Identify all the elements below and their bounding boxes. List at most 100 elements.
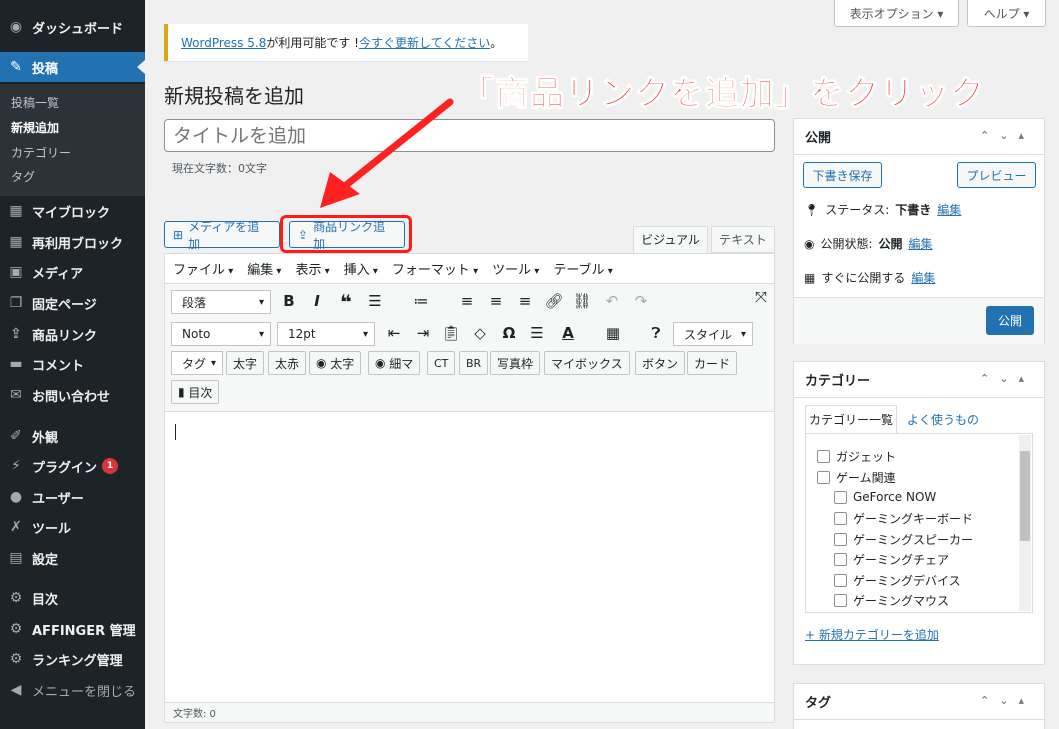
align-right-icon[interactable]: ≡	[514, 292, 536, 310]
tags-panel-header[interactable]: タグ ⌃⌄▴	[794, 684, 1044, 720]
tab-most-used[interactable]: よく使うもの	[907, 411, 979, 428]
sidebar-item-tools[interactable]: ✗ ツール	[0, 512, 145, 542]
special-char-icon[interactable]: Ω	[498, 324, 520, 342]
submenu-add-new[interactable]: 新規追加	[11, 119, 59, 136]
tab-text[interactable]: テキスト	[711, 226, 775, 253]
sidebar-item-settings[interactable]: ▤ 設定	[0, 543, 145, 573]
menu-table[interactable]: テーブル	[553, 259, 612, 278]
align-left-icon[interactable]: ≡	[456, 292, 478, 310]
text-color-icon[interactable]: A	[557, 324, 579, 342]
quicktag-user-thin[interactable]: ◉ 細マ	[368, 351, 421, 375]
edit-visibility-link[interactable]: 編集	[909, 235, 933, 252]
sidebar-item-users[interactable]: ● ユーザー	[0, 482, 145, 512]
sidebar-item-dashboard[interactable]: ◉ ダッシュボード	[0, 12, 145, 42]
unlink-icon[interactable]: ⛓	[571, 292, 593, 310]
indent-icon[interactable]: ⇥	[412, 324, 434, 342]
checkbox[interactable]	[834, 594, 847, 607]
bullet-list-icon[interactable]: ☰	[364, 292, 386, 310]
sidebar-item-ranking[interactable]: ⚙ ランキング管理	[0, 644, 145, 674]
checkbox[interactable]	[834, 533, 847, 546]
checkbox[interactable]	[834, 574, 847, 587]
collapse-menu-button[interactable]: ◀ メニューを閉じる	[0, 675, 145, 705]
add-media-button[interactable]: ⊞ メディアを追加	[164, 220, 280, 251]
checkbox[interactable]	[834, 553, 847, 566]
table-icon[interactable]: ▦	[602, 324, 624, 342]
categories-panel-header[interactable]: カテゴリー ⌃⌄▴	[794, 362, 1044, 398]
paste-text-icon[interactable]: 📋︎	[440, 324, 462, 342]
submenu-all-posts[interactable]: 投稿一覧	[11, 94, 59, 111]
sidebar-item-contact[interactable]: ✉ お問い合わせ	[0, 380, 145, 410]
quicktag-mybox[interactable]: マイボックス	[544, 351, 630, 375]
bold-icon[interactable]: B	[278, 292, 300, 310]
italic-icon[interactable]: I	[306, 292, 328, 310]
quicktag-toc[interactable]: ▮ 目次	[171, 380, 220, 404]
publish-button[interactable]: 公開	[986, 306, 1034, 335]
numbered-list-icon[interactable]: ≔	[410, 292, 432, 310]
eraser-icon[interactable]: ◇	[469, 324, 491, 342]
category-item[interactable]: ゲーミングマウス	[834, 592, 949, 609]
sidebar-item-plugins[interactable]: ⚡ プラグイン 1	[0, 451, 145, 481]
sidebar-item-reusable-blocks[interactable]: ▦ 再利用ブロック	[0, 227, 145, 257]
tab-all-categories[interactable]: カテゴリー一覧	[805, 405, 897, 433]
category-item[interactable]: ゲーミングキーボード	[834, 510, 973, 527]
quicktag-button[interactable]: ボタン	[635, 351, 686, 375]
align-center-icon[interactable]: ≡	[485, 292, 507, 310]
font-size-select[interactable]: 12pt	[277, 322, 375, 346]
sidebar-item-affinger[interactable]: ⚙ AFFINGER 管理	[0, 614, 145, 644]
style-select[interactable]: スタイル	[673, 322, 753, 346]
checkbox[interactable]	[817, 450, 830, 463]
category-item[interactable]: ゲーム関連	[817, 469, 896, 486]
font-family-select[interactable]: Noto	[171, 322, 271, 346]
menu-file[interactable]: ファイル	[173, 259, 233, 278]
tab-visual[interactable]: ビジュアル	[633, 226, 708, 253]
panel-controls[interactable]: ⌃⌄▴	[980, 372, 1034, 385]
edit-status-link[interactable]: 編集	[937, 201, 961, 218]
quicktag-card[interactable]: カード	[687, 351, 738, 375]
link-icon[interactable]: 🔗︎	[543, 292, 565, 310]
preview-button[interactable]: プレビュー	[957, 162, 1036, 188]
format-select[interactable]: 段落	[171, 290, 271, 314]
help-button[interactable]: ヘルプ ▾	[967, 0, 1046, 27]
fullscreen-icon[interactable]: ⤧	[750, 288, 772, 306]
publish-panel-header[interactable]: 公開 ⌃⌄▴	[794, 119, 1044, 155]
outdent-icon[interactable]: ⇤	[383, 324, 405, 342]
checkbox[interactable]	[834, 490, 847, 504]
blockquote-icon[interactable]: ❝	[335, 290, 357, 314]
checkbox[interactable]	[834, 512, 847, 525]
quicktag-user-bold[interactable]: ◉ 太字	[309, 351, 362, 375]
quicktag-photo-frame[interactable]: 写真枠	[490, 351, 541, 375]
menu-insert[interactable]: 挿入	[344, 259, 378, 278]
sidebar-item-posts[interactable]: ✎ 投稿	[0, 52, 145, 82]
submenu-tags[interactable]: タグ	[11, 168, 35, 185]
panel-controls[interactable]: ⌃⌄▴	[980, 129, 1034, 142]
hr-icon[interactable]: ☰	[526, 324, 548, 342]
category-item[interactable]: ゲーミングデバイス	[834, 572, 961, 589]
update-now-link[interactable]: 今すぐ更新してください	[359, 34, 490, 51]
category-item[interactable]: ゲーミングチェア	[834, 551, 949, 568]
save-draft-button[interactable]: 下書き保存	[803, 162, 882, 188]
undo-icon[interactable]: ↶	[601, 292, 623, 310]
sidebar-item-pages[interactable]: ❐ 固定ページ	[0, 288, 145, 318]
wp-version-link[interactable]: WordPress 5.8	[181, 36, 266, 50]
quicktag-ct[interactable]: CT	[427, 351, 456, 375]
sidebar-item-comments[interactable]: ▬ コメント	[0, 349, 145, 379]
sidebar-item-media[interactable]: ▣ メディア	[0, 257, 145, 287]
menu-edit[interactable]: 編集	[247, 259, 281, 278]
screen-options-button[interactable]: 表示オプション ▾	[834, 0, 959, 27]
category-item[interactable]: GeForce NOW	[834, 490, 936, 504]
quicktag-bold-red[interactable]: 太赤	[268, 351, 307, 375]
sidebar-item-product-links[interactable]: ⇪ 商品リンク	[0, 319, 145, 349]
add-new-category-link[interactable]: + 新規カテゴリーを追加	[805, 626, 939, 643]
quicktag-br[interactable]: BR	[459, 351, 489, 375]
checkbox[interactable]	[817, 471, 830, 484]
tag-select[interactable]: タグ	[171, 351, 223, 375]
category-item[interactable]: ガジェット	[817, 448, 896, 465]
menu-format[interactable]: フォーマット	[392, 259, 478, 278]
redo-icon[interactable]: ↷	[630, 292, 652, 310]
scrollbar[interactable]	[1019, 435, 1031, 611]
category-item[interactable]: ゲーミングスピーカー	[834, 531, 973, 548]
sidebar-item-my-blocks[interactable]: ▦ マイブロック	[0, 196, 145, 226]
text-cursor[interactable]	[175, 424, 176, 440]
help-icon[interactable]: ❓︎	[645, 324, 667, 342]
menu-tools[interactable]: ツール	[492, 259, 539, 278]
